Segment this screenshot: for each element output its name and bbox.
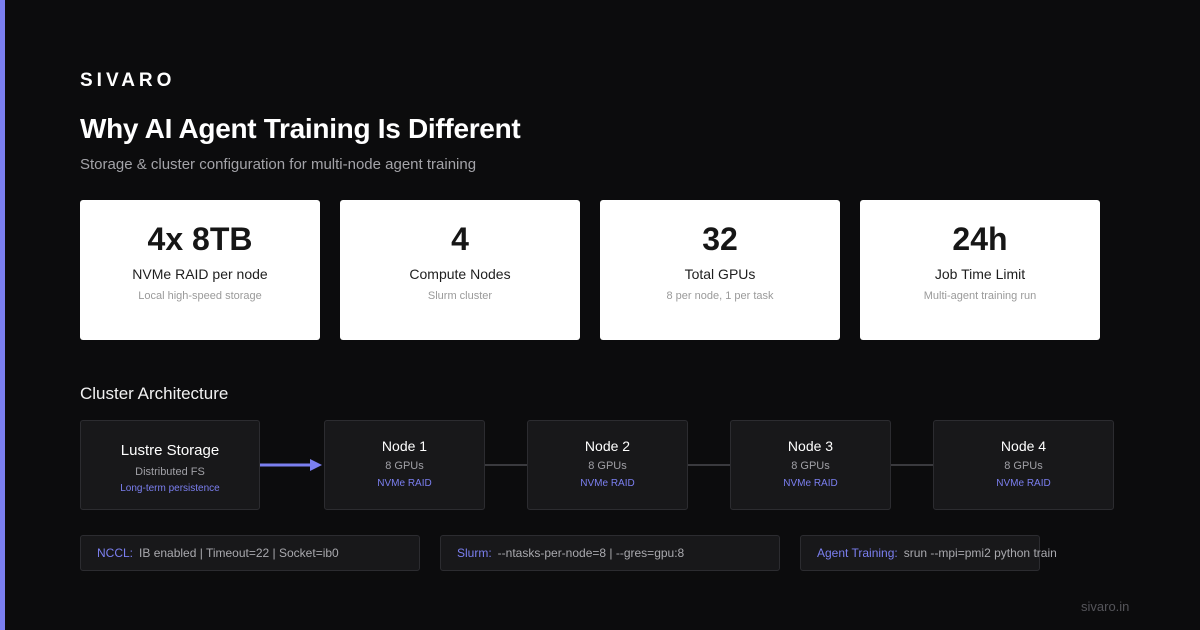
stat-label: NVMe RAID per node	[132, 266, 268, 282]
stat-label: Job Time Limit	[934, 266, 1026, 282]
stat-label: Compute Nodes	[409, 266, 511, 282]
stat-value: 4x 8TB	[147, 221, 253, 257]
section-title-architecture: Cluster Architecture	[80, 384, 229, 403]
info-value: srun --mpi=pmi2 python train	[903, 546, 1057, 560]
node-gpus: 8 GPUs	[385, 460, 424, 472]
stat-caption: Multi-agent training run	[923, 290, 1037, 302]
node-title: Node 2	[584, 438, 631, 454]
node-connector	[891, 464, 933, 466]
stat-card-nodes: 4 Compute Nodes Slurm cluster	[340, 200, 580, 340]
node-connector	[688, 464, 730, 466]
node-gpus: 8 GPUs	[791, 460, 830, 472]
stat-label: Total GPUs	[684, 266, 756, 282]
footer-url: sivaro.in	[1081, 599, 1130, 614]
info-key: Slurm:	[457, 546, 492, 560]
stat-caption: 8 per node, 1 per task	[666, 290, 774, 302]
node-storage: NVMe RAID	[580, 478, 635, 489]
stat-value: 32	[702, 221, 738, 257]
info-value: --ntasks-per-node=8 | --gres=gpu:8	[497, 546, 685, 560]
node-gpus: 8 GPUs	[588, 460, 627, 472]
stat-value: 24h	[952, 221, 1008, 257]
stat-caption: Local high-speed storage	[138, 290, 262, 302]
arrow-right-icon	[260, 459, 322, 471]
info-key: Agent Training:	[817, 546, 898, 560]
stat-card-gpus: 32 Total GPUs 8 per node, 1 per task	[600, 200, 840, 340]
page-title: Why AI Agent Training Is Different	[80, 113, 521, 144]
info-key: NCCL:	[97, 546, 134, 560]
stat-card-time-limit: 24h Job Time Limit Multi-agent training …	[860, 200, 1100, 340]
node-box-2: Node 2 8 GPUs NVMe RAID	[527, 420, 688, 510]
info-agent-training: Agent Training: srun --mpi=pmi2 python tr…	[800, 535, 1057, 571]
node-storage: NVMe RAID	[377, 478, 432, 489]
info-nccl: NCCL: IB enabled | Timeout=22 | Socket=ib…	[80, 535, 420, 571]
node-title: Node 3	[787, 438, 834, 454]
lustre-storage-box: Lustre Storage Distributed FS Long-term …	[80, 420, 260, 510]
node-title: Node 4	[1000, 438, 1047, 454]
storage-title: Lustre Storage	[120, 442, 220, 459]
info-slurm: Slurm: --ntasks-per-node=8 | --gres=gpu:8	[440, 535, 780, 571]
accent-bar	[0, 0, 5, 630]
info-value: IB enabled | Timeout=22 | Socket=ib0	[139, 546, 339, 560]
stat-caption: Slurm cluster	[427, 290, 493, 302]
node-box-3: Node 3 8 GPUs NVMe RAID	[730, 420, 891, 510]
brand-logo: SIVARO	[80, 70, 176, 91]
stat-card-storage: 4x 8TB NVMe RAID per node Local high-spe…	[80, 200, 320, 340]
storage-note: Long-term persistence	[120, 483, 220, 494]
node-storage: NVMe RAID	[996, 478, 1051, 489]
node-box-4: Node 4 8 GPUs NVMe RAID	[933, 420, 1114, 510]
stats-row: 4x 8TB NVMe RAID per node Local high-spe…	[80, 200, 1100, 340]
page-subtitle: Storage & cluster configuration for mult…	[80, 156, 477, 173]
node-box-1: Node 1 8 GPUs NVMe RAID	[324, 420, 485, 510]
stat-value: 4	[451, 221, 469, 257]
node-title: Node 1	[381, 438, 428, 454]
node-gpus: 8 GPUs	[1004, 460, 1043, 472]
node-storage: NVMe RAID	[783, 478, 838, 489]
node-connector	[485, 464, 527, 466]
storage-subtitle: Distributed FS	[135, 466, 205, 478]
